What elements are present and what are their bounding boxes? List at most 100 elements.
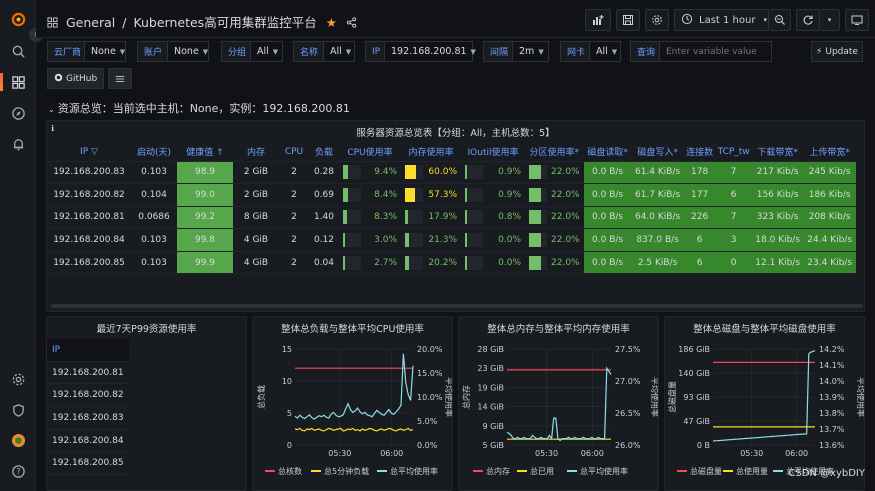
column-header[interactable]: IP ▽	[47, 143, 131, 162]
gauge-cell: 22.0%	[525, 161, 584, 185]
table-cell: 23.4 Kib/s	[803, 251, 856, 275]
legend-label: 总平均使用率	[580, 466, 628, 476]
table-cell: 0.104	[131, 183, 177, 207]
y2-tick-label: 27.0%	[615, 377, 641, 386]
disk-chart-panel: 整体总磁盘与整体平均磁盘使用率 0 B 47 GiB 93 GiB 140 GiB 18…	[664, 316, 865, 491]
gauge-value: 2.7%	[374, 257, 397, 268]
var-select-cloud[interactable]: None ▼	[84, 41, 126, 62]
filter-icon[interactable]: ▽	[88, 147, 98, 157]
gauge-fill	[405, 210, 409, 225]
star-icon[interactable]: ★	[326, 15, 337, 30]
avatar[interactable]	[8, 430, 28, 450]
table-cell: 0.0 B/s	[583, 206, 632, 230]
row-title[interactable]: ⌄ 资源总览：当前选中主机：None，实例：192.168.200.81	[48, 100, 350, 116]
var-label-group: 分组	[221, 41, 254, 62]
refresh-icon[interactable]	[796, 9, 820, 31]
column-header[interactable]: 内存使用率	[401, 143, 461, 162]
gauge-value: 9.4%	[374, 167, 397, 178]
table-cell: 2	[279, 183, 309, 207]
p99-ip-list: IP 192.168.200.81 192.168.200.82 192.168…	[47, 339, 129, 476]
x-tick-label: 05:30	[535, 449, 558, 458]
var-label-account: 账户	[137, 41, 170, 62]
add-panel-button[interactable]	[585, 9, 611, 31]
column-header[interactable]: 启动(天)	[131, 143, 177, 162]
gauge-fill	[405, 165, 416, 180]
dashboard-title[interactable]: Kubernetes高可用集群监控平台	[133, 15, 316, 30]
gauge-value: 8.3%	[374, 212, 397, 223]
table-cell: 4 GiB	[233, 228, 279, 252]
column-header[interactable]: 健康值 ↑	[177, 143, 233, 162]
save-dashboard-icon[interactable]	[616, 9, 640, 31]
gauge-cell: 2.7%	[339, 251, 401, 275]
column-header[interactable]: 磁盘读取*	[583, 143, 632, 162]
table-row[interactable]: 192.168.200.83 0.103 98.9 2 GiB 2 0.28 9.4% 60.…	[47, 161, 856, 185]
column-header[interactable]: 内存	[233, 143, 279, 162]
table-cell: 61.7 KiB/s	[631, 183, 684, 207]
var-select-ip[interactable]: 192.168.200.81 ▼	[384, 41, 476, 62]
row-title-text: 资源总览：当前选中主机：None，实例：192.168.200.81	[57, 102, 350, 115]
zoom-out-icon[interactable]	[769, 9, 791, 31]
time-range-picker[interactable]: Last 1 hour ▾	[674, 9, 769, 31]
gauge-fill	[529, 165, 541, 180]
grafana-logo-icon[interactable]	[8, 9, 28, 29]
gauge-bar	[405, 165, 423, 180]
var-select-interval[interactable]: 2m ▼	[512, 41, 549, 62]
var-query-input[interactable]	[659, 41, 772, 62]
gauge-bar	[343, 165, 361, 180]
search-icon[interactable]	[8, 41, 28, 61]
settings-gear-icon[interactable]	[8, 369, 28, 389]
sidebar: ?	[0, 0, 36, 491]
breadcrumb: General / Kubernetes高可用集群监控平台 ★	[47, 12, 357, 31]
explore-compass-icon[interactable]	[8, 103, 28, 123]
menu-hamburger-icon[interactable]	[108, 68, 132, 89]
table-row[interactable]: 192.168.200.82 0.104 99.0 2 GiB 2 0.69 8.4% 57.…	[47, 183, 856, 207]
help-icon[interactable]: ?	[8, 461, 28, 481]
y-tick-label: 5 GiB	[482, 441, 504, 450]
table-row[interactable]: 192.168.200.85 0.103 99.9 4 GiB 2 0.04 2.7% 20.…	[47, 251, 856, 275]
sort-asc-icon[interactable]: ↑	[213, 148, 224, 158]
table-cell: 0.28	[309, 161, 339, 185]
table-cell: 0.69	[309, 183, 339, 207]
table-cell: 2	[279, 251, 309, 275]
chevron-down-icon: ▼	[611, 47, 618, 56]
chevron-down-icon: ▼	[538, 47, 544, 56]
table-cell: 0.103	[131, 228, 177, 252]
var-select-account[interactable]: None ▼	[167, 41, 209, 62]
y-axis-label: 总内存	[461, 385, 471, 409]
column-header[interactable]: 负载	[309, 143, 339, 162]
table-cell: 2 GiB	[233, 161, 279, 185]
dashboards-icon[interactable]	[8, 72, 28, 92]
var-select-nic[interactable]: All ▼	[589, 41, 621, 62]
var-value: All	[330, 46, 342, 57]
breadcrumb-folder[interactable]: General	[66, 15, 115, 30]
column-header[interactable]: 上传带宽*	[803, 143, 856, 162]
update-button[interactable]: ⚡ Update	[811, 41, 863, 62]
var-select-name[interactable]: All ▼	[323, 41, 355, 62]
gauge-cell: 57.3%	[401, 183, 461, 207]
legend-label: 总平均使用率	[390, 466, 438, 476]
table-cell: 208 Kib/s	[803, 206, 856, 230]
column-header[interactable]: 分区使用率*	[525, 143, 584, 162]
shield-icon[interactable]	[8, 400, 28, 420]
tv-mode-icon[interactable]	[845, 9, 869, 31]
var-select-group[interactable]: All ▼	[250, 41, 283, 62]
y-tick-label: 15	[282, 345, 292, 354]
column-header[interactable]: 连接数	[683, 143, 716, 162]
p99-column-header[interactable]: IP	[47, 339, 129, 362]
column-header[interactable]: 下载带宽*	[751, 143, 804, 162]
table-row[interactable]: 192.168.200.81 0.0686 99.2 8 GiB 2 1.40 8.3% 17…	[47, 206, 856, 230]
column-header[interactable]: IOutil使用率	[461, 143, 525, 162]
x-tick-label: 06:00	[380, 449, 403, 458]
column-header[interactable]: 磁盘写入*	[631, 143, 684, 162]
github-link-button[interactable]: GitHub	[47, 68, 105, 89]
column-header[interactable]: TCP_tw	[715, 143, 752, 162]
horizontal-scrollbar[interactable]	[51, 304, 863, 308]
refresh-interval-dropdown[interactable]: ▾	[820, 9, 840, 31]
table-cell: 98.9	[177, 161, 233, 185]
table-row[interactable]: 192.168.200.84 0.103 99.8 4 GiB 2 0.12 3.0% 21.…	[47, 228, 856, 252]
column-header[interactable]: CPU	[279, 143, 309, 162]
share-icon[interactable]	[346, 16, 357, 31]
column-header[interactable]: CPU使用率	[339, 143, 401, 162]
dashboard-settings-icon[interactable]	[645, 9, 669, 31]
alerting-bell-icon[interactable]	[8, 134, 28, 154]
